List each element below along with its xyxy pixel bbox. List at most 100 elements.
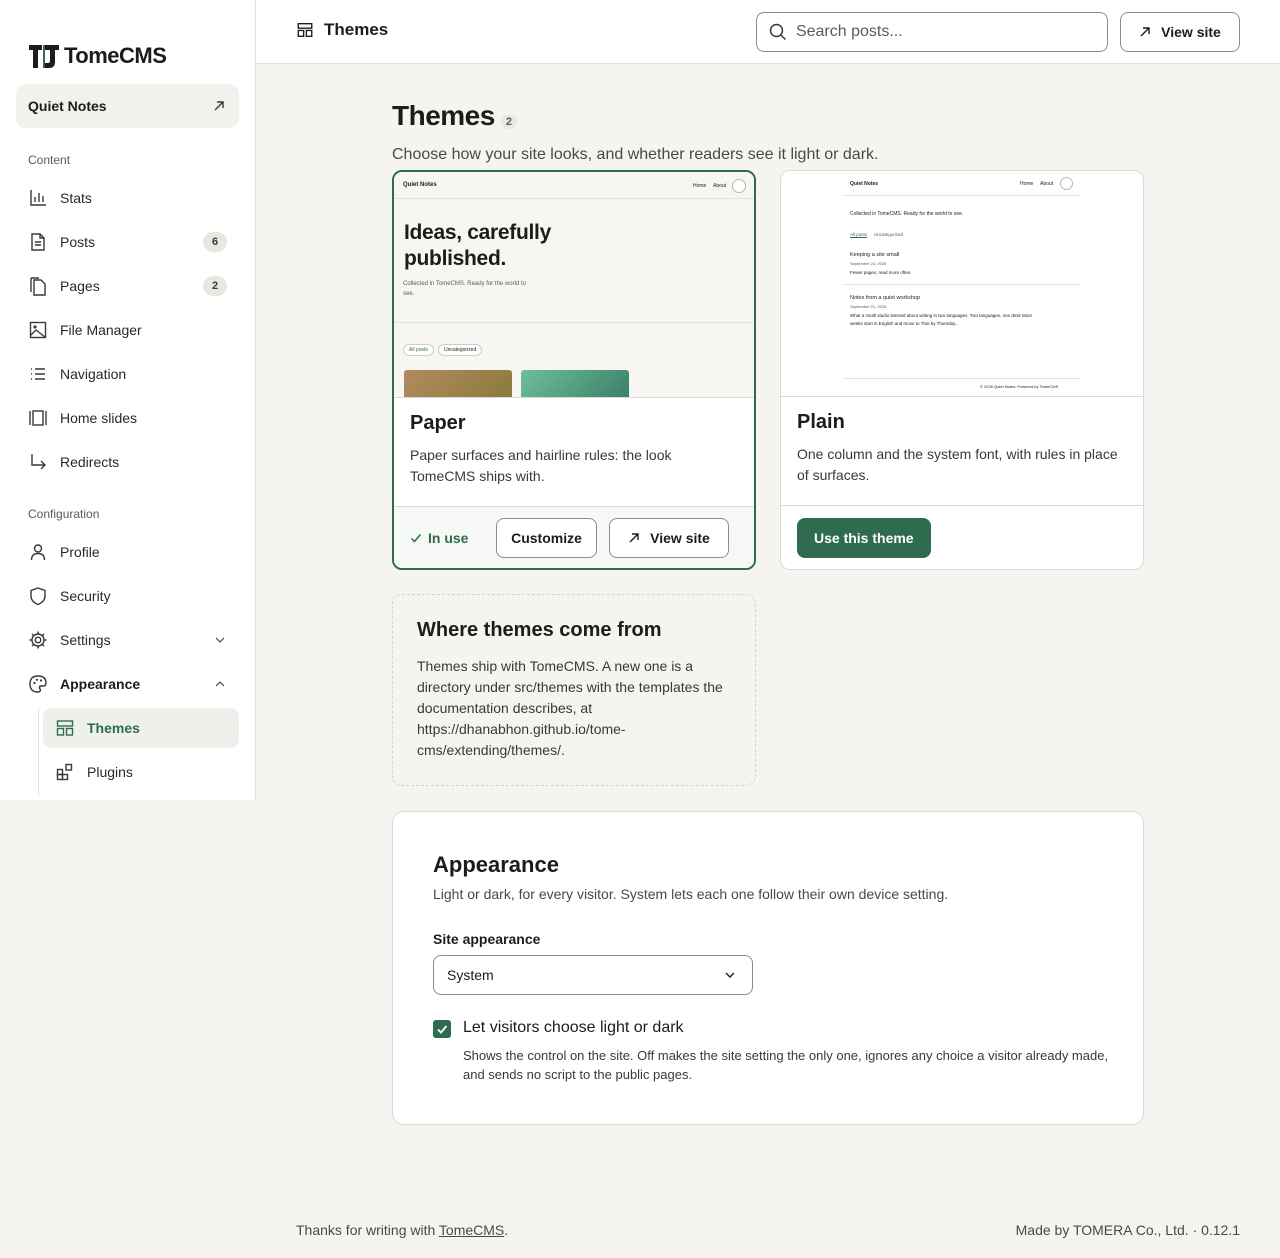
appearance-description: Light or dark, for every visitor. System… [433,886,949,902]
preview-filter-uncategorized: Uncategorized [874,232,904,237]
use-theme-label: Use this theme [814,529,914,546]
page-title-text: Themes [392,100,495,131]
theme-name: Plain [797,411,845,433]
posts-count-badge: 6 [203,232,227,252]
preview-nav-about: About [713,183,727,189]
sidebar-item-home-slides[interactable]: Home slides [16,398,239,438]
preview-post-image [404,370,512,397]
topbar: Themes View site [256,0,1280,64]
plugin-blocks-icon [56,763,73,781]
brand-logo[interactable]: TomeCMS [28,42,167,70]
visitor-choice-label[interactable]: Let visitors choose light or dark [463,1019,684,1037]
sidebar-item-profile[interactable]: Profile [16,532,239,572]
preview-post2-excerpt-2: weeks start in English and move to Thai … [850,321,959,326]
search-input[interactable] [795,23,1095,41]
sidebar-item-pages[interactable]: Pages 2 [16,266,239,306]
theme-name: Paper [410,412,466,434]
preview-nav-about: About [1040,181,1054,187]
list-icon [31,368,45,380]
sidebar-item-navigation[interactable]: Navigation [16,354,239,394]
preview-post1-date: September 24, 2026 [850,261,887,266]
sidebar-item-security[interactable]: Security [16,576,239,616]
checkmark-icon [437,1025,448,1034]
preview-post-image [521,370,629,397]
chevron-down-icon [725,972,735,978]
sidebar-item-label: Settings [60,632,111,648]
sidebar-item-file-manager[interactable]: File Manager [16,310,239,350]
sidebar-item-posts[interactable]: Posts 6 [16,222,239,262]
sidebar-item-settings[interactable]: Settings [16,620,239,660]
theme-card-actions: Use this theme [781,505,1143,569]
preview-post2-date: September 21, 2026 [850,304,887,309]
site-appearance-select[interactable]: System [433,955,753,995]
layout-icon [297,23,313,37]
visitor-choice-help: Shows the control on the site. Off makes… [463,1048,1109,1082]
preview-tagline-1: Collected in TomeCMS. Ready for the worl… [403,281,526,287]
configuration-heading: Configuration [28,507,100,521]
sidebar-item-label: Themes [87,720,140,736]
theme-preview-plain[interactable]: Quiet Notes Home About Collected in Tome… [781,171,1143,397]
image-icon [29,321,47,339]
site-switcher[interactable]: Quiet Notes [16,84,239,128]
preview-rule [394,322,754,323]
preview-post1-excerpt: Fewer pages, read more often. [850,270,912,275]
sidebar-item-label: Posts [60,234,96,250]
theme-view-site-button[interactable]: View site [609,517,729,558]
use-theme-button[interactable]: Use this theme [797,517,931,558]
preview-rule [843,284,1081,285]
theme-description: Paper surfaces and hairline rules: the l… [410,447,672,484]
search-box[interactable] [756,12,1108,52]
preview-headline: Ideas, carefully published. [404,220,551,272]
visitor-choice-checkbox[interactable] [433,1020,451,1038]
preview-nav-home: Home [693,183,707,189]
external-arrow-icon [629,532,639,542]
sidebar-item-label: Stats [60,190,92,206]
sidebar-item-label: Appearance [60,676,141,692]
site-appearance-label: Site appearance [433,931,541,947]
topbar-title: Themes [296,20,388,40]
external-arrow-icon [214,101,224,111]
shield-icon [30,587,46,606]
layout-icon [56,720,74,736]
site-name: Quiet Notes [28,98,107,114]
preview-footer: © 2026 Quiet Notes. Powered by TomeCMS [980,384,1059,389]
info-title: Where themes come from [417,619,662,641]
preview-post2-title: Notes from a quiet workshop [850,295,921,301]
sidebar-item-plugins[interactable]: Plugins [43,752,239,792]
theme-card-plain: Quiet Notes Home About Collected in Tome… [780,170,1144,570]
sidebar-item-label: Pages [60,278,100,294]
slides-icon [29,410,47,426]
sidebar-item-stats[interactable]: Stats [16,178,239,218]
preview-tagline-2: see. [403,291,415,297]
preview-chip-all-posts: All posts [403,344,434,356]
appearance-settings-card: Appearance Light or dark, for every visi… [392,811,1144,1125]
preview-filter-all: All posts [850,232,868,237]
view-site-label: View site [1161,24,1221,40]
tomecms-link[interactable]: TomeCMS [439,1222,504,1238]
in-use-label: In use [428,529,469,546]
view-site-button[interactable]: View site [1120,12,1240,52]
external-arrow-icon [1140,27,1150,37]
pages-count-badge: 2 [203,276,227,296]
preview-post2-excerpt-1: What a small studio learned about writin… [850,313,1032,318]
brand-name: TomeCMS [64,43,167,68]
sidebar-item-label: Plugins [87,764,133,780]
submenu-rail [38,708,39,796]
page-subtitle: Choose how your site looks, and whether … [392,146,879,163]
view-site-label: View site [650,529,710,546]
preview-rule [843,195,1081,196]
sidebar-item-appearance[interactable]: Appearance [16,664,239,704]
sidebar-item-themes[interactable]: Themes [43,708,239,748]
preview-headline-2: published. [404,247,507,270]
preview-theme-toggle-icon [1060,177,1073,190]
sidebar-item-redirects[interactable]: Redirects [16,442,239,482]
preview-headline-1: Ideas, carefully [404,221,551,244]
preview-tagline: Collected in TomeCMS. Ready for the worl… [850,211,964,217]
preview-chip-uncategorized: Uncategorized [438,344,483,356]
sidebar-item-label: Security [60,588,111,604]
chevron-down-icon [215,637,225,643]
tome-logo-icon [29,45,59,68]
customize-button[interactable]: Customize [496,517,597,558]
preview-rule [843,378,1081,379]
theme-preview-paper[interactable]: Quiet Notes Home About Ideas, carefully … [394,172,754,398]
